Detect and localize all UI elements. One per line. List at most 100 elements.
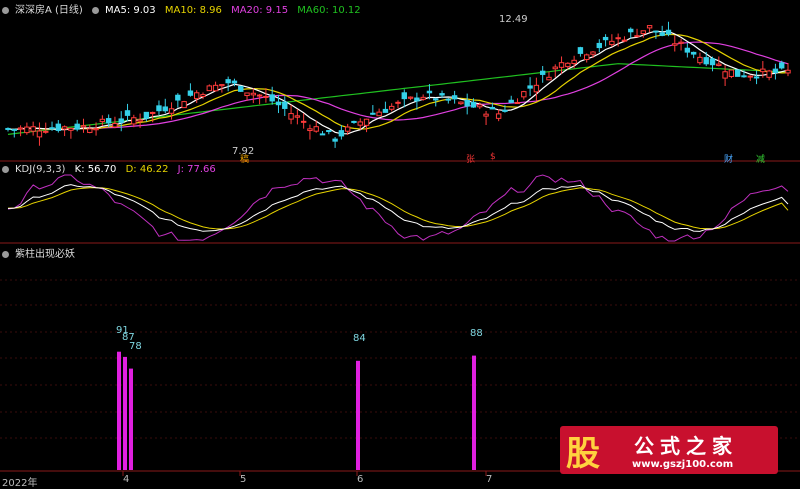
indicator-bar: [356, 360, 360, 470]
candle-body: [370, 112, 376, 115]
ma60-line: [7, 63, 789, 135]
candle-body: [640, 30, 647, 35]
candle-body: [326, 130, 332, 133]
ma60-path: [7, 63, 789, 135]
candle-body: [609, 40, 615, 46]
candle-body: [672, 43, 678, 46]
toggle-circle-icon[interactable]: [92, 6, 100, 14]
kdj-j-label: J: 77.66: [177, 164, 216, 175]
toggle-circle-icon[interactable]: [2, 6, 9, 14]
bar-value-label: 84: [353, 333, 366, 344]
candle-body: [458, 101, 464, 105]
candle-body: [571, 59, 577, 64]
candle-body: [546, 76, 552, 81]
kdj-k-label: K: 56.70: [74, 164, 117, 175]
candle-body: [659, 32, 665, 36]
high-price-label: 12.49: [499, 14, 528, 25]
candle-body: [734, 69, 741, 77]
candle-body: [665, 29, 672, 35]
ma10-label: MA10: 8.96: [164, 5, 222, 16]
candle-body: [307, 128, 313, 132]
candle-body: [294, 115, 301, 118]
candle-body: [162, 106, 168, 112]
candle-body: [168, 108, 175, 114]
event-tag: 张: [466, 155, 476, 165]
candle-body: [716, 63, 722, 67]
candle-body: [760, 68, 766, 73]
stock-title: 深深房A (日线): [15, 5, 83, 16]
kdj-lines: [7, 174, 789, 242]
candle-body: [684, 47, 691, 53]
candle-body: [565, 62, 571, 68]
candle-body: [709, 58, 716, 66]
candle-body: [521, 91, 527, 98]
candle-body: [231, 80, 238, 84]
candle-body: [779, 62, 785, 69]
candle-body: [451, 95, 458, 100]
bar-value-label: 88: [470, 328, 483, 339]
candle-body: [527, 85, 533, 89]
candle-body: [244, 92, 250, 97]
candle-body: [389, 105, 395, 110]
indicator-bar: [129, 368, 133, 470]
candle-body: [319, 133, 326, 136]
watermark-stamp: 股: [566, 434, 600, 474]
candle-body: [149, 111, 156, 114]
candle-body: [426, 90, 433, 94]
indicator-bars: [117, 351, 476, 470]
candle-body: [74, 123, 80, 130]
candle-body: [602, 36, 609, 41]
candle-body: [414, 97, 420, 102]
candle-body: [590, 51, 596, 55]
candle-body: [376, 111, 382, 117]
main-chart-header: 深深房A (日线) MA5: 9.03 MA10: 8.96 MA20: 9.1…: [2, 1, 367, 16]
candle-body: [628, 28, 634, 33]
kdj-d-label: D: 46.22: [125, 164, 169, 175]
candle-body: [68, 127, 74, 131]
toggle-circle-icon[interactable]: [2, 165, 9, 173]
candle-body: [131, 117, 137, 125]
x-axis-label: 5: [240, 474, 247, 485]
chart-stage: [0, 21, 800, 476]
candle-body: [753, 76, 760, 79]
candle-body: [401, 92, 407, 100]
x-axis-label: 7: [486, 474, 493, 485]
toggle-circle-icon[interactable]: [2, 250, 9, 258]
kdj-title: KDJ(9,3,3): [15, 164, 66, 175]
candle-body: [212, 84, 219, 92]
candle-body: [175, 94, 181, 101]
candle-body: [741, 75, 747, 78]
candle-body: [49, 127, 55, 130]
candle-body: [17, 127, 24, 130]
indicator-bar: [117, 351, 121, 470]
candle-body: [206, 85, 212, 92]
candle-body: [420, 96, 426, 100]
candle-body: [514, 101, 521, 104]
indicator-header: 紫柱出现必妖: [2, 245, 81, 260]
candle-body: [634, 35, 640, 38]
ma5-path: [7, 30, 789, 135]
x-axis-label: 4: [123, 474, 130, 485]
candle-body: [118, 118, 124, 123]
candle-body: [596, 42, 602, 49]
candle-body: [502, 109, 508, 112]
candle-body: [445, 98, 452, 101]
kdj-header: KDJ(9,3,3) K: 56.70 D: 46.22 J: 77.66: [2, 164, 222, 175]
candle-body: [357, 121, 363, 126]
candle-body: [552, 66, 558, 70]
candle-body: [395, 101, 401, 104]
candle-body: [5, 127, 11, 130]
candle-body: [200, 94, 206, 97]
candle-body: [332, 138, 338, 142]
candle-body: [722, 71, 728, 79]
candle-body: [439, 93, 445, 96]
candle-body: [772, 68, 779, 73]
candle-body: [36, 130, 43, 138]
candle-body: [344, 126, 351, 132]
ma20-label: MA20: 9.15: [231, 5, 289, 16]
candle-body: [24, 126, 30, 134]
candle-body: [646, 25, 653, 29]
candle-body: [495, 113, 502, 119]
candle-body: [11, 128, 17, 131]
candle-body: [238, 85, 244, 92]
